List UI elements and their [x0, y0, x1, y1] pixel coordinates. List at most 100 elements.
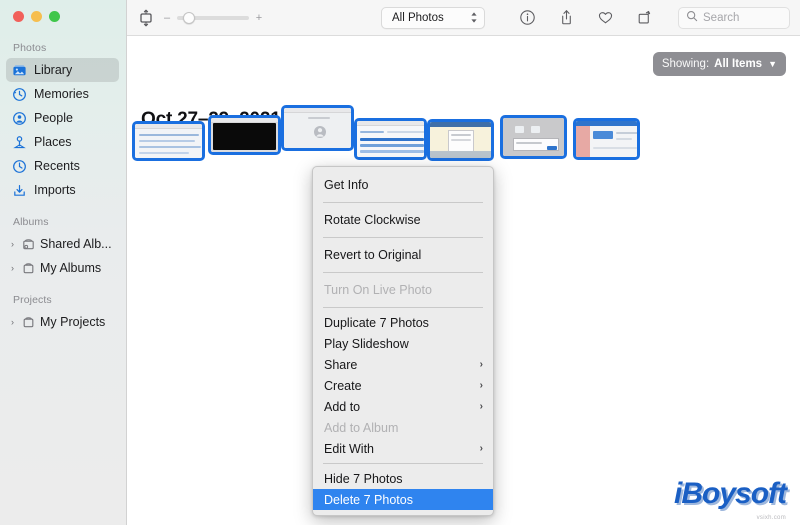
- photo-thumbnail-7[interactable]: [573, 118, 640, 160]
- menu-item-label: Add to: [324, 399, 361, 414]
- window-controls: [0, 0, 126, 22]
- view-select[interactable]: All Photos: [381, 6, 485, 29]
- info-icon[interactable]: [519, 9, 536, 26]
- sidebar-item-people[interactable]: People: [6, 106, 119, 130]
- photo-thumbnail-5[interactable]: [427, 119, 494, 161]
- sidebar-group-photos: Photos Library Memories People Places Re…: [0, 42, 126, 202]
- menu-item-create[interactable]: Create ›: [313, 375, 493, 396]
- menu-item-rotate-clockwise[interactable]: Rotate Clockwise: [313, 207, 493, 233]
- context-menu: Get Info Rotate Clockwise Revert to Orig…: [312, 166, 494, 516]
- menu-item-turn-on-live-photo: Turn On Live Photo: [313, 277, 493, 303]
- menu-item-label: Share: [324, 357, 358, 372]
- chevron-right-icon[interactable]: ›: [8, 263, 17, 273]
- thumbnail-size-icon[interactable]: [135, 9, 157, 27]
- sidebar-item-places[interactable]: Places: [6, 130, 119, 154]
- maximize-button[interactable]: [49, 11, 60, 22]
- photo-thumbnail-4[interactable]: [354, 118, 427, 160]
- zoom-slider-track[interactable]: [177, 11, 249, 24]
- close-button[interactable]: [13, 11, 24, 22]
- sidebar-item-label: My Projects: [40, 315, 106, 329]
- menu-item-label: Create: [324, 378, 362, 393]
- sidebar: Photos Library Memories People Places Re…: [0, 0, 127, 525]
- menu-item-get-info[interactable]: Get Info: [313, 172, 493, 198]
- album-icon: [21, 261, 36, 276]
- chevron-right-icon[interactable]: ›: [8, 239, 17, 249]
- favorite-heart-icon[interactable]: [597, 9, 614, 26]
- menu-item-label: Play Slideshow: [324, 336, 409, 351]
- menu-item-add-to-album: Add to Album: [313, 417, 493, 438]
- menu-item-duplicate-photos[interactable]: Duplicate 7 Photos: [313, 312, 493, 333]
- sidebar-item-recents[interactable]: Recents: [6, 154, 119, 178]
- menu-separator: [323, 202, 483, 203]
- library-icon: [12, 63, 27, 78]
- sidebar-section-albums: Albums: [13, 216, 49, 228]
- view-select-value: All Photos: [392, 11, 444, 24]
- zoom-in-label[interactable]: +: [255, 12, 263, 24]
- zoom-out-label[interactable]: –: [163, 12, 171, 24]
- sidebar-group-albums: Albums › Shared Alb... › My Albums: [0, 216, 126, 280]
- people-icon: [12, 111, 27, 126]
- sidebar-item-memories[interactable]: Memories: [6, 82, 119, 106]
- menu-item-play-slideshow[interactable]: Play Slideshow: [313, 333, 493, 354]
- sidebar-item-label: People: [34, 111, 73, 125]
- sidebar-group-projects: Projects › My Projects: [0, 294, 126, 334]
- sidebar-item-label: Recents: [34, 159, 80, 173]
- sidebar-item-shared-albums[interactable]: › Shared Alb...: [6, 232, 119, 256]
- zoom-slider[interactable]: – +: [163, 11, 263, 24]
- photos-app-window: Photos Library Memories People Places Re…: [0, 0, 800, 525]
- menu-item-edit-with[interactable]: Edit With ›: [313, 438, 493, 459]
- sidebar-item-label: Library: [34, 63, 73, 77]
- menu-item-label: Get Info: [324, 178, 369, 192]
- menu-item-label: Delete 7 Photos: [324, 492, 413, 507]
- menu-separator: [323, 463, 483, 464]
- sidebar-section-photos: Photos: [13, 42, 47, 54]
- menu-item-hide-photos[interactable]: Hide 7 Photos: [313, 468, 493, 489]
- submenu-arrow-icon: ›: [479, 401, 483, 412]
- menu-item-add-to[interactable]: Add to ›: [313, 396, 493, 417]
- stepper-icon: [470, 11, 478, 24]
- sidebar-item-my-projects[interactable]: › My Projects: [6, 310, 119, 334]
- menu-item-label: Revert to Original: [324, 248, 422, 262]
- sidebar-item-label: Imports: [34, 183, 76, 197]
- photo-thumbnail-3[interactable]: [281, 105, 354, 151]
- sidebar-item-label: My Albums: [40, 261, 102, 275]
- submenu-arrow-icon: ›: [479, 380, 483, 391]
- photo-thumbnail-6[interactable]: [500, 115, 567, 159]
- search-icon: [686, 9, 698, 27]
- toolbar: – + All Photos Search: [127, 0, 800, 36]
- main-area: – + All Photos Search Showing: All Items…: [127, 0, 800, 525]
- share-icon[interactable]: [558, 9, 575, 26]
- sidebar-item-label: Shared Alb...: [40, 237, 112, 251]
- photo-thumbnail-2[interactable]: [208, 115, 281, 155]
- search-placeholder: Search: [703, 11, 740, 24]
- search-input[interactable]: Search: [678, 6, 790, 29]
- watermark-subtext: vsixh.com: [756, 515, 786, 521]
- sidebar-section-projects: Projects: [13, 294, 52, 306]
- menu-item-label: Rotate Clockwise: [324, 213, 421, 227]
- toolbar-icons: [519, 9, 653, 26]
- menu-item-label: Add to Album: [324, 420, 399, 435]
- chevron-right-icon[interactable]: ›: [8, 317, 17, 327]
- menu-separator: [323, 237, 483, 238]
- submenu-arrow-icon: ›: [479, 359, 483, 370]
- recents-icon: [12, 159, 27, 174]
- menu-item-label: Turn On Live Photo: [324, 283, 432, 297]
- photo-thumbnail-1[interactable]: [132, 121, 205, 161]
- menu-item-delete-photos[interactable]: Delete 7 Photos: [313, 489, 493, 510]
- shared-album-icon: [21, 237, 36, 252]
- sidebar-item-my-albums[interactable]: › My Albums: [6, 256, 119, 280]
- minimize-button[interactable]: [31, 11, 42, 22]
- menu-item-label: Edit With: [324, 441, 375, 456]
- menu-separator: [323, 307, 483, 308]
- submenu-arrow-icon: ›: [479, 443, 483, 454]
- zoom-slider-knob[interactable]: [183, 11, 195, 24]
- sidebar-item-label: Places: [34, 135, 72, 149]
- photo-grid-area: Showing: All Items ▼ Oct 27–29, 2021: [127, 36, 800, 525]
- rotate-icon[interactable]: [636, 9, 653, 26]
- sidebar-item-library[interactable]: Library: [6, 58, 119, 82]
- menu-item-revert-to-original[interactable]: Revert to Original: [313, 242, 493, 268]
- sidebar-item-label: Memories: [34, 87, 89, 101]
- menu-item-label: Hide 7 Photos: [324, 471, 403, 486]
- sidebar-item-imports[interactable]: Imports: [6, 178, 119, 202]
- menu-item-share[interactable]: Share ›: [313, 354, 493, 375]
